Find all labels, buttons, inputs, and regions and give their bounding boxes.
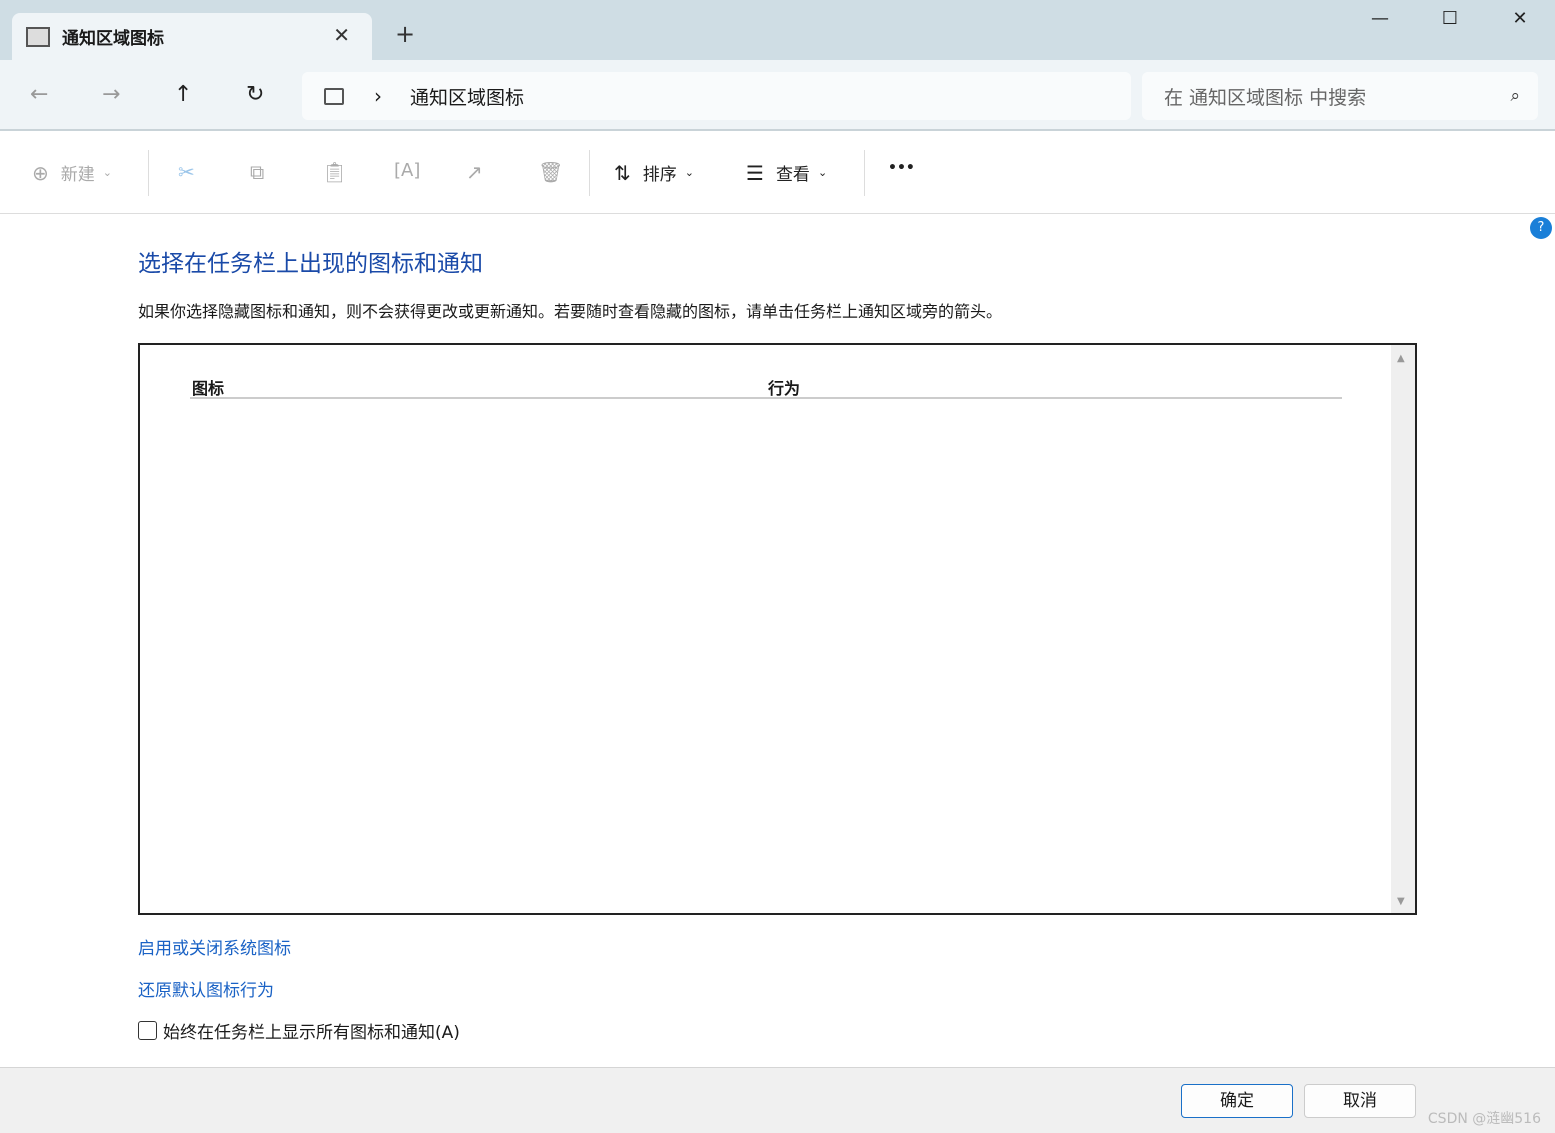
copy-icon[interactable]: ⧉ — [250, 160, 264, 184]
new-label: 新建 — [60, 165, 95, 185]
chevron-down-icon: ⌄ — [102, 166, 112, 179]
search-icon: ⌕ — [1510, 86, 1520, 106]
cut-icon[interactable]: ✂ — [178, 160, 195, 184]
ok-button[interactable]: 确定 — [1181, 1084, 1293, 1118]
close-tab-icon[interactable]: ✕ — [333, 23, 350, 47]
more-options-button[interactable]: ••• — [888, 160, 915, 176]
search-placeholder: 在 通知区域图标 中搜索 — [1164, 86, 1367, 109]
breadcrumb-separator[interactable]: › — [374, 84, 382, 108]
close-button[interactable]: ✕ — [1500, 8, 1540, 29]
refresh-button[interactable]: ↻ — [246, 82, 264, 107]
rename-icon[interactable]: [A] — [394, 160, 420, 181]
icon-behavior-list[interactable]: 图标 行为 ▲ ▼ — [138, 343, 1417, 915]
watermark: CSDN @涟幽516 — [1427, 1111, 1541, 1127]
restore-defaults-link[interactable]: 还原默认图标行为 — [138, 976, 274, 1001]
computer-icon — [324, 87, 344, 105]
delete-icon[interactable]: 🗑︎ — [538, 160, 563, 184]
tab-title: 通知区域图标 — [62, 29, 164, 49]
navigation-bar: ← → ↑ ↻ › 通知区域图标 在 通知区域图标 中搜索 ⌕ — [0, 60, 1555, 131]
forward-button[interactable]: → — [102, 82, 120, 107]
control-panel-icon — [26, 26, 50, 47]
breadcrumb-location[interactable]: 通知区域图标 — [410, 83, 524, 110]
plus-circle-icon: ⊕ — [32, 160, 49, 185]
sort-icon: ⇅ — [614, 160, 631, 185]
chevron-down-icon: ⌄ — [817, 166, 828, 179]
new-button[interactable]: ⊕ 新建 ⌄ — [32, 160, 112, 186]
dialog-footer: 确定 取消 CSDN @涟幽516 — [0, 1067, 1555, 1133]
help-button[interactable]: ? — [1530, 217, 1552, 239]
search-input[interactable]: 在 通知区域图标 中搜索 ⌕ — [1142, 72, 1538, 120]
new-tab-button[interactable]: + — [395, 20, 415, 48]
checkbox-box[interactable] — [138, 1021, 157, 1040]
column-header-icon[interactable]: 图标 — [192, 375, 224, 399]
tab-notification-icons[interactable]: 通知区域图标 ✕ — [12, 13, 372, 60]
page-title: 选择在任务栏上出现的图标和通知 — [138, 251, 483, 277]
share-icon[interactable]: ↗ — [466, 160, 483, 184]
vertical-scrollbar[interactable]: ▲ ▼ — [1391, 345, 1415, 913]
system-icons-link[interactable]: 启用或关闭系统图标 — [138, 934, 291, 959]
scroll-down-arrow-icon[interactable]: ▼ — [1397, 896, 1405, 907]
command-bar: ⊕ 新建 ⌄ ✂ ⧉ 📋︎ [A] ↗ 🗑︎ ⇅ 排序 ⌄ ☰ 查看 ⌄ ••• — [0, 132, 1555, 214]
always-show-all-checkbox[interactable]: 始终在任务栏上显示所有图标和通知(A) — [138, 1018, 460, 1043]
column-header-behavior[interactable]: 行为 — [768, 375, 800, 399]
list-header: 图标 行为 — [190, 375, 1342, 399]
minimize-button[interactable]: — — [1360, 8, 1400, 29]
address-bar[interactable]: › 通知区域图标 — [302, 72, 1131, 120]
back-button[interactable]: ← — [30, 82, 48, 107]
view-label: 查看 — [775, 165, 810, 185]
scroll-up-arrow-icon[interactable]: ▲ — [1397, 353, 1405, 364]
page-description: 如果你选择隐藏图标和通知，则不会获得更改或更新通知。若要随时查看隐藏的图标，请单… — [138, 302, 1003, 321]
chevron-down-icon: ⌄ — [684, 166, 694, 179]
cancel-button[interactable]: 取消 — [1304, 1084, 1416, 1118]
view-button[interactable]: ☰ 查看 ⌄ — [746, 160, 828, 186]
view-list-icon: ☰ — [746, 160, 764, 185]
paste-icon[interactable]: 📋︎ — [322, 160, 347, 184]
title-bar: 通知区域图标 ✕ + — ☐ ✕ — [0, 0, 1555, 60]
sort-label: 排序 — [642, 165, 677, 185]
up-button[interactable]: ↑ — [174, 82, 192, 107]
sort-button[interactable]: ⇅ 排序 ⌄ — [614, 160, 694, 186]
checkbox-label: 始终在任务栏上显示所有图标和通知(A) — [163, 1023, 460, 1043]
maximize-button[interactable]: ☐ — [1430, 8, 1470, 29]
